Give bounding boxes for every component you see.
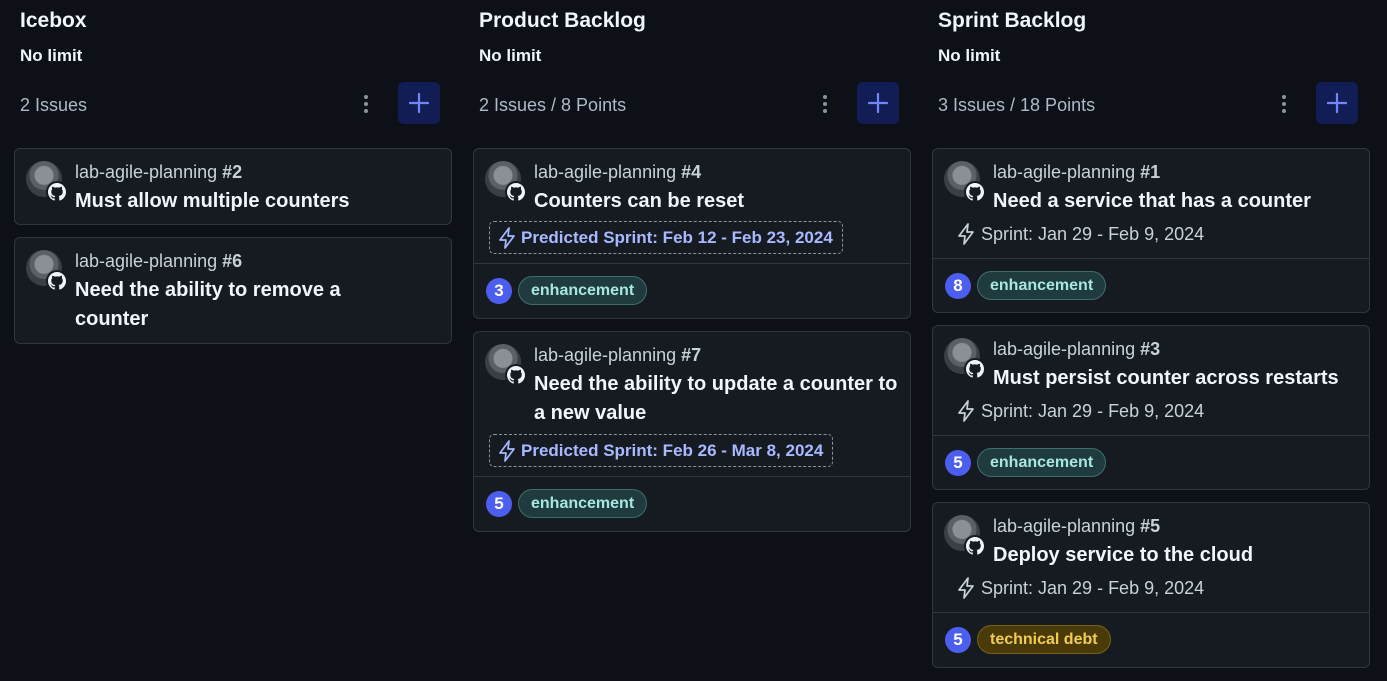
column-limit: No limit [479, 46, 542, 65]
card-footer: 5 enhancement [945, 448, 1107, 477]
column-menu-button[interactable] [354, 90, 378, 118]
issue-title[interactable]: Counters can be reset [534, 187, 894, 216]
project-board: Icebox No limit 2 Issues lab-agile-plann… [0, 0, 1387, 681]
card-footer: 3 enhancement [486, 276, 648, 305]
card-footer: 5 enhancement [486, 489, 648, 518]
issue-card[interactable]: lab-agile-planning #2 Must allow multipl… [14, 148, 452, 225]
github-icon [46, 270, 68, 292]
plus-icon [408, 92, 430, 114]
issue-repo: lab-agile-planning #7 [534, 345, 702, 365]
column-icebox: Icebox No limit 2 Issues lab-agile-plann… [14, 0, 452, 681]
avatar [944, 161, 986, 203]
label-badge[interactable]: enhancement [977, 271, 1107, 300]
issue-number[interactable]: #2 [222, 162, 242, 182]
label-badge[interactable]: enhancement [518, 276, 648, 305]
github-icon [964, 181, 986, 203]
issue-number[interactable]: #5 [1140, 516, 1160, 536]
issue-title[interactable]: Need a service that has a counter [993, 187, 1353, 216]
issue-repo: lab-agile-planning #1 [993, 162, 1161, 182]
kebab-vertical-icon [823, 95, 827, 99]
issue-card[interactable]: lab-agile-planning #4 Counters can be re… [473, 148, 911, 319]
column-title: Product Backlog [479, 9, 646, 32]
plus-icon [867, 92, 889, 114]
avatar [944, 338, 986, 380]
issue-card[interactable]: lab-agile-planning #1 Need a service tha… [932, 148, 1370, 313]
lightning-icon [499, 226, 515, 249]
points-badge: 5 [945, 626, 971, 653]
github-icon [964, 535, 986, 557]
issue-card[interactable]: lab-agile-planning #7 Need the ability t… [473, 331, 911, 532]
card-divider [933, 612, 1369, 613]
add-item-button[interactable] [1316, 82, 1358, 124]
issue-card[interactable]: lab-agile-planning #3 Must persist count… [932, 325, 1370, 490]
issue-number[interactable]: #3 [1140, 339, 1160, 359]
issue-title[interactable]: Need the ability to update a counter to … [534, 370, 904, 428]
github-icon [964, 358, 986, 380]
issue-number[interactable]: #4 [681, 162, 701, 182]
card-footer: 8 enhancement [945, 271, 1107, 300]
avatar [944, 515, 986, 557]
card-divider [474, 263, 910, 264]
issue-repo: lab-agile-planning #5 [993, 516, 1161, 536]
issue-title[interactable]: Deploy service to the cloud [993, 541, 1353, 570]
sprint-field: Sprint: Jan 29 - Feb 9, 2024 [957, 577, 1204, 599]
points-badge: 5 [486, 490, 512, 517]
add-item-button[interactable] [857, 82, 899, 124]
issue-number[interactable]: #1 [1140, 162, 1160, 182]
predicted-sprint: Predicted Sprint: Feb 26 - Mar 8, 2024 [489, 434, 834, 467]
issue-number[interactable]: #6 [222, 251, 242, 271]
avatar [26, 250, 68, 292]
column-product-backlog: Product Backlog No limit 2 Issues / 8 Po… [473, 0, 911, 681]
issue-title[interactable]: Must persist counter across restarts [993, 364, 1353, 393]
issue-title[interactable]: Need the ability to remove a counter [75, 276, 415, 334]
issue-number[interactable]: #7 [681, 345, 701, 365]
points-badge: 3 [486, 277, 512, 304]
issue-repo: lab-agile-planning #4 [534, 162, 702, 182]
column-limit: No limit [20, 46, 83, 65]
sprint-field: Sprint: Jan 29 - Feb 9, 2024 [957, 400, 1204, 422]
github-icon [505, 181, 527, 203]
plus-icon [1326, 92, 1348, 114]
column-issue-count: 3 Issues / 18 Points [938, 95, 1096, 115]
points-badge: 8 [945, 272, 971, 299]
issue-title[interactable]: Must allow multiple counters [75, 187, 435, 216]
issue-repo: lab-agile-planning #2 [75, 162, 243, 182]
avatar [485, 161, 527, 203]
avatar [26, 161, 68, 203]
column-menu-button[interactable] [813, 90, 837, 118]
column-limit: No limit [938, 46, 1001, 65]
label-badge[interactable]: enhancement [518, 489, 648, 518]
issue-card[interactable]: lab-agile-planning #5 Deploy service to … [932, 502, 1370, 668]
label-badge[interactable]: enhancement [977, 448, 1107, 477]
card-footer: 5 technical debt [945, 625, 1111, 654]
kebab-vertical-icon [364, 95, 368, 99]
add-item-button[interactable] [398, 82, 440, 124]
sprint-field: Sprint: Jan 29 - Feb 9, 2024 [957, 223, 1204, 245]
lightning-icon [958, 223, 974, 245]
column-title: Icebox [20, 9, 87, 32]
card-divider [933, 258, 1369, 259]
lightning-icon [958, 577, 974, 599]
card-divider [933, 435, 1369, 436]
github-icon [505, 364, 527, 386]
column-menu-button[interactable] [1272, 90, 1296, 118]
issue-repo: lab-agile-planning #6 [75, 251, 243, 271]
label-badge[interactable]: technical debt [977, 625, 1111, 654]
lightning-icon [958, 400, 974, 422]
predicted-sprint: Predicted Sprint: Feb 12 - Feb 23, 2024 [489, 221, 843, 254]
avatar [485, 344, 527, 386]
card-divider [474, 476, 910, 477]
lightning-icon [499, 439, 515, 462]
issue-card[interactable]: lab-agile-planning #6 Need the ability t… [14, 237, 452, 344]
column-issue-count: 2 Issues / 8 Points [479, 95, 627, 115]
github-icon [46, 181, 68, 203]
issue-repo: lab-agile-planning #3 [993, 339, 1161, 359]
column-issue-count: 2 Issues [20, 95, 88, 115]
kebab-vertical-icon [1282, 95, 1286, 99]
column-sprint-backlog: Sprint Backlog No limit 3 Issues / 18 Po… [932, 0, 1370, 681]
column-title: Sprint Backlog [938, 9, 1087, 32]
points-badge: 5 [945, 449, 971, 476]
